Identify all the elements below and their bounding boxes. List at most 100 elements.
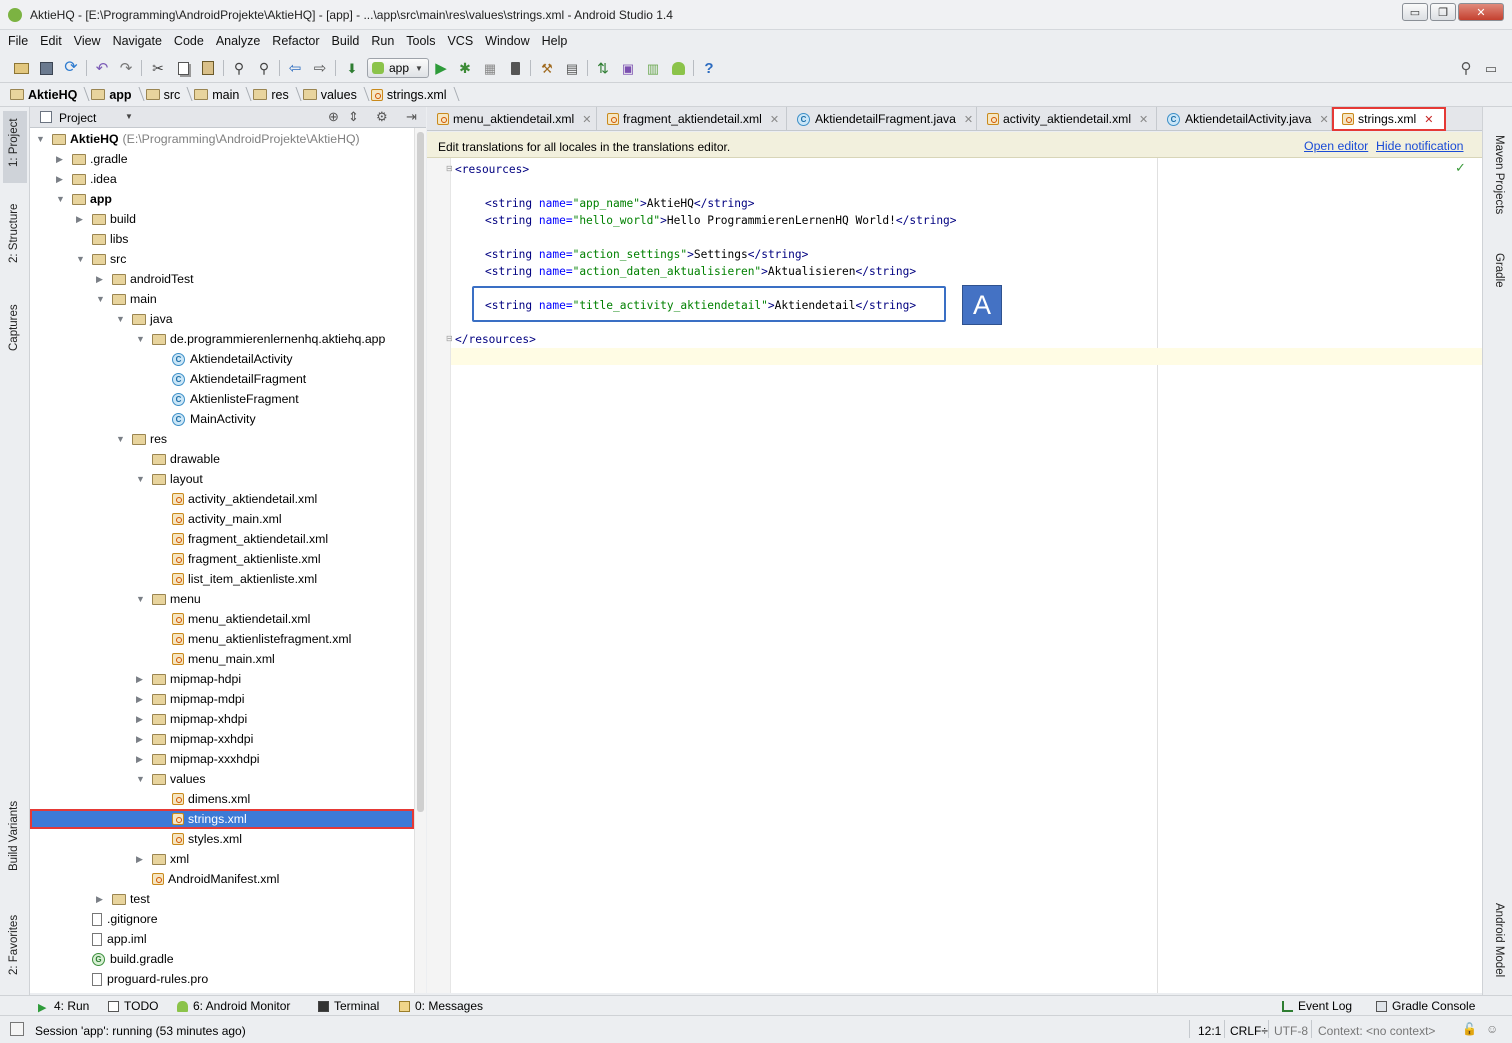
tree-item[interactable]: ▼ app	[30, 189, 414, 209]
sync-gradle-icon[interactable]: ⇅	[594, 59, 612, 77]
tree-item[interactable]: app.iml	[30, 929, 414, 949]
tree-item[interactable]: menu_aktienlistefragment.xml	[30, 629, 414, 649]
structure-tool-tab[interactable]: 2: Structure	[8, 204, 20, 263]
tree-item[interactable]: menu_aktiendetail.xml	[30, 609, 414, 629]
breadcrumb-values[interactable]: values	[302, 88, 367, 102]
fold-marker-icon[interactable]: ⊟	[446, 164, 453, 173]
tree-item[interactable]: ▶ build	[30, 209, 414, 229]
project-view-select[interactable]: Project	[59, 111, 96, 125]
messages-tool-button[interactable]: 0: Messages	[399, 999, 483, 1013]
chevron-right-icon[interactable]: ▶	[136, 714, 146, 725]
run-icon[interactable]: ▶	[432, 59, 450, 77]
tree-item[interactable]: ▼ res	[30, 429, 414, 449]
tree-root[interactable]: ▼ AktieHQ (E:\Programming\AndroidProjekt…	[30, 129, 414, 149]
menu-build[interactable]: Build	[332, 34, 360, 48]
hide-notification-link[interactable]: Hide notification	[1376, 139, 1464, 153]
breadcrumb-src[interactable]: src	[145, 88, 191, 102]
chevron-right-icon[interactable]: ▶	[136, 694, 146, 705]
menu-edit[interactable]: Edit	[40, 34, 62, 48]
tree-item[interactable]: .gitignore	[30, 909, 414, 929]
menu-run[interactable]: Run	[371, 34, 394, 48]
forward-icon[interactable]: ⇨	[311, 59, 329, 77]
tree-item[interactable]: C AktiendetailActivity	[30, 349, 414, 369]
tree-item[interactable]: ▼ layout	[30, 469, 414, 489]
event-log-tool-button[interactable]: Event Log	[1282, 999, 1352, 1013]
tree-item[interactable]: ▶ androidTest	[30, 269, 414, 289]
menu-navigate[interactable]: Navigate	[113, 34, 162, 48]
tab-aktiendetail-activity-java[interactable]: C AktiendetailActivity.java ✕	[1157, 107, 1332, 131]
inspector-icon[interactable]: ☺	[1486, 1022, 1498, 1036]
device-monitor-icon[interactable]: ▣	[619, 59, 637, 77]
close-icon[interactable]: ✕	[964, 113, 973, 126]
tree-item[interactable]: ▼ java	[30, 309, 414, 329]
target-icon[interactable]: ⊕	[328, 109, 339, 125]
menu-code[interactable]: Code	[174, 34, 204, 48]
chevron-right-icon[interactable]: ▶	[56, 174, 66, 185]
tree-item[interactable]: ▶ mipmap-mdpi	[30, 689, 414, 709]
tree-item[interactable]: C MainActivity	[30, 409, 414, 429]
chevron-down-icon[interactable]: ▼	[36, 134, 46, 144]
tree-item[interactable]: ▼ src	[30, 249, 414, 269]
menu-refactor[interactable]: Refactor	[272, 34, 319, 48]
context-indicator[interactable]: Context: <no context>	[1318, 1024, 1435, 1038]
build-variants-tool-tab[interactable]: Build Variants	[8, 801, 20, 871]
tree-item[interactable]: fragment_aktienliste.xml	[30, 549, 414, 569]
android-icon[interactable]	[669, 59, 687, 77]
breadcrumb-app[interactable]: app	[91, 88, 141, 102]
gear-icon[interactable]: ⚙	[376, 109, 388, 125]
tree-item[interactable]: activity_main.xml	[30, 509, 414, 529]
menu-vcs[interactable]: VCS	[447, 34, 473, 48]
chevron-right-icon[interactable]: ▶	[136, 754, 146, 765]
caret-position[interactable]: 12:1	[1198, 1024, 1221, 1038]
fold-marker-icon[interactable]: ⊟	[446, 334, 453, 343]
open-folder-icon[interactable]	[12, 59, 30, 77]
todo-tool-button[interactable]: TODO	[108, 999, 158, 1013]
lock-icon[interactable]: 🔓	[1462, 1022, 1477, 1036]
tree-item[interactable]: ▶ mipmap-hdpi	[30, 669, 414, 689]
close-window-button[interactable]: ✕	[1458, 3, 1504, 21]
chevron-right-icon[interactable]: ▶	[56, 154, 66, 165]
menu-window[interactable]: Window	[485, 34, 529, 48]
make-project-icon[interactable]: ⬇	[343, 59, 361, 77]
run-tool-button[interactable]: ▶ 4: Run	[38, 999, 89, 1014]
tree-item[interactable]: ▶ .gradle	[30, 149, 414, 169]
tree-item[interactable]: drawable	[30, 449, 414, 469]
favorites-tool-tab[interactable]: 2: Favorites	[8, 915, 20, 975]
tree-item[interactable]: ▼ main	[30, 289, 414, 309]
code-editor[interactable]: ✓ ⊟ ⊟ <resources> <string name="app_name…	[427, 158, 1482, 993]
tab-menu-aktiendetail[interactable]: menu_aktiendetail.xml ✕	[427, 107, 597, 131]
attach-debugger-icon[interactable]: ▦	[481, 59, 499, 77]
chevron-down-icon[interactable]: ▼	[96, 294, 106, 304]
android-monitor-tool-button[interactable]: 6: Android Monitor	[177, 999, 290, 1013]
save-icon[interactable]	[37, 59, 55, 77]
tree-item[interactable]: fragment_aktiendetail.xml	[30, 529, 414, 549]
chevron-right-icon[interactable]: ▶	[76, 214, 86, 225]
tree-item[interactable]: ▶ mipmap-xhdpi	[30, 709, 414, 729]
chevron-right-icon[interactable]: ▶	[136, 854, 146, 865]
menu-view[interactable]: View	[74, 34, 101, 48]
gradle-console-tool-button[interactable]: Gradle Console	[1376, 999, 1475, 1013]
menu-tools[interactable]: Tools	[406, 34, 435, 48]
chevron-down-icon[interactable]: ▼	[136, 474, 146, 484]
chevron-right-icon[interactable]: ▶	[96, 894, 106, 905]
line-separator[interactable]: CRLF÷	[1230, 1024, 1268, 1038]
chevron-right-icon[interactable]: ▶	[96, 274, 106, 285]
chevron-down-icon[interactable]: ▼	[56, 194, 66, 204]
undo-icon[interactable]: ↶	[93, 59, 111, 77]
android-model-tool-tab[interactable]: Android Model	[1493, 903, 1505, 977]
tree-item[interactable]: ▶ mipmap-xxhdpi	[30, 729, 414, 749]
event-log-icon[interactable]: ▭	[1482, 59, 1500, 77]
tree-item[interactable]: C AktienlisteFragment	[30, 389, 414, 409]
chevron-down-icon[interactable]: ▼	[125, 112, 133, 121]
tab-activity-aktiendetail[interactable]: activity_aktiendetail.xml ✕	[977, 107, 1157, 131]
cut-icon[interactable]: ✂	[149, 59, 167, 77]
tree-item[interactable]: ▶ .idea	[30, 169, 414, 189]
maximize-button[interactable]: ❐	[1430, 3, 1456, 21]
tree-item[interactable]: ▶ mipmap-xxxhdpi	[30, 749, 414, 769]
open-editor-link[interactable]: Open editor	[1304, 139, 1368, 153]
replace-icon[interactable]: ⚲	[255, 59, 273, 77]
menu-analyze[interactable]: Analyze	[216, 34, 260, 48]
close-icon[interactable]: ✕	[582, 113, 591, 126]
collapse-icon[interactable]: ⇕	[348, 109, 359, 125]
sync-icon[interactable]: ⟳	[62, 59, 80, 77]
